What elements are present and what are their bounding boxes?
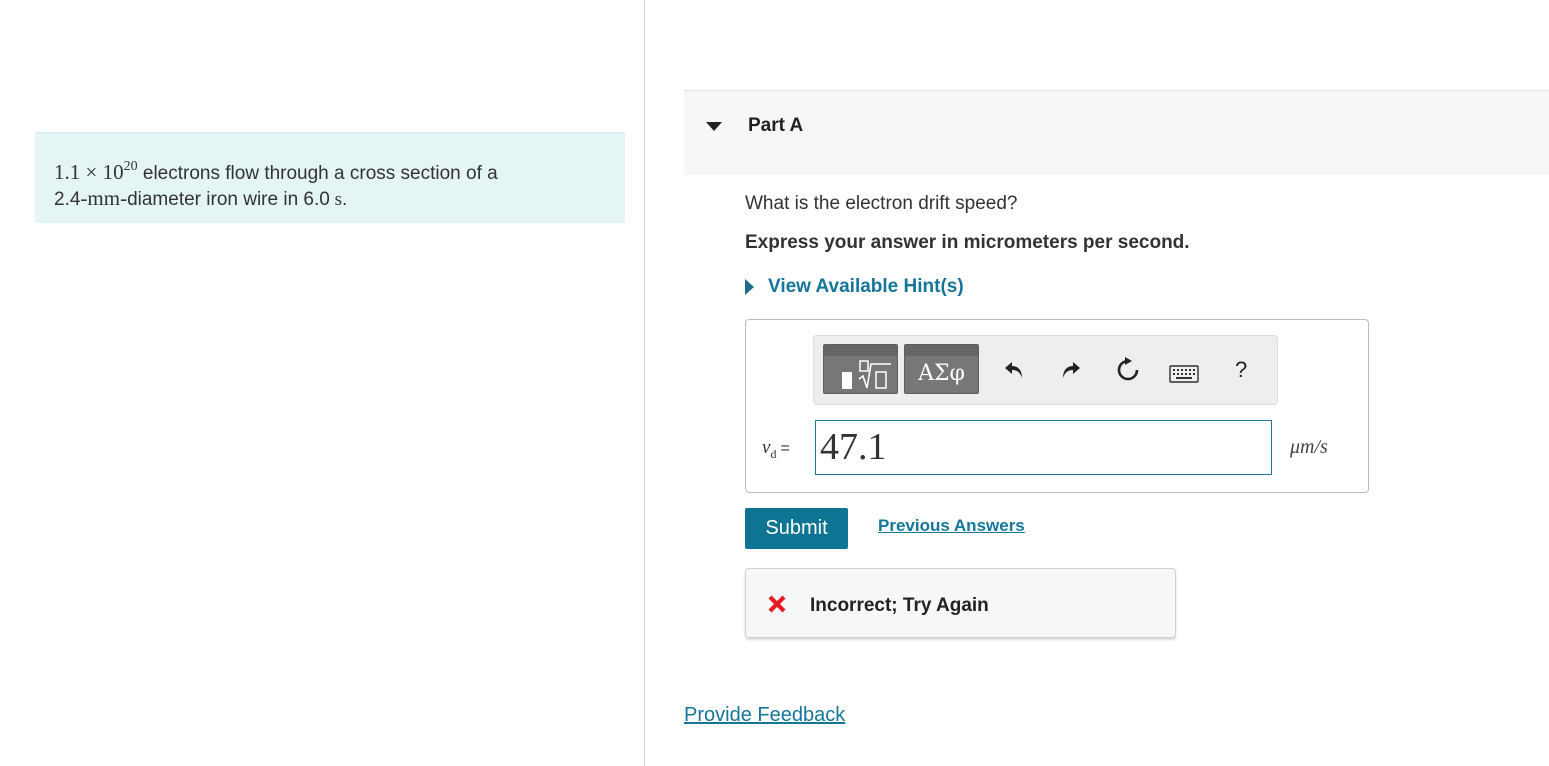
problem-statement: 1.1 × 1020 electrons flow through a cros…: [54, 159, 498, 210]
answer-variable-label: vd =: [762, 437, 790, 461]
problem-text-2: diameter iron wire in: [127, 189, 304, 210]
electron-count: 1.1 × 1020: [54, 159, 138, 184]
diameter-value: 2.4-mm-: [54, 186, 128, 210]
view-hints-label: View Available Hint(s): [768, 276, 964, 297]
math-toolbar: ΑΣφ ?: [813, 335, 1278, 405]
feedback-status: Incorrect; Try Again: [810, 595, 989, 616]
time-value: 6.0: [303, 189, 330, 210]
question-text: What is the electron drift speed?: [745, 193, 1018, 214]
reset-icon[interactable]: [1114, 356, 1142, 384]
feedback-box: Incorrect; Try Again: [745, 568, 1176, 638]
problem-statement-box: 1.1 × 1020 electrons flow through a cros…: [35, 132, 625, 223]
pane-divider: [644, 0, 645, 766]
previous-answers-link[interactable]: Previous Answers: [878, 516, 1025, 536]
symbols-button[interactable]: ΑΣφ: [904, 344, 979, 394]
problem-text-1: electrons flow through a cross section o…: [137, 163, 498, 184]
redo-icon[interactable]: [1059, 358, 1083, 382]
provide-feedback-link[interactable]: Provide Feedback: [684, 704, 845, 727]
page-root: 1.1 × 1020 electrons flow through a cros…: [0, 0, 1549, 766]
templates-button[interactable]: [823, 344, 898, 394]
greek-symbols-icon: ΑΣφ: [918, 361, 965, 386]
problem-pane: 1.1 × 1020 electrons flow through a cros…: [0, 0, 644, 766]
answer-input[interactable]: 47.1: [815, 420, 1272, 475]
time-unit: s: [329, 189, 342, 210]
keyboard-icon[interactable]: [1169, 365, 1199, 383]
answer-unit: μm/s: [1290, 436, 1328, 458]
undo-icon[interactable]: [1002, 358, 1026, 382]
answer-panel: ΑΣφ ? vd = 47.1 μm/s: [745, 319, 1369, 493]
instruction-text: Express your answer in micrometers per s…: [745, 232, 1190, 253]
part-title: Part A: [748, 115, 804, 136]
incorrect-x-icon: [768, 595, 786, 613]
part-header[interactable]: Part A: [684, 90, 1549, 175]
collapse-caret-icon[interactable]: [706, 122, 722, 131]
submit-button[interactable]: Submit: [745, 508, 848, 549]
expand-caret-icon: [745, 279, 754, 295]
help-icon[interactable]: ?: [1235, 357, 1247, 383]
